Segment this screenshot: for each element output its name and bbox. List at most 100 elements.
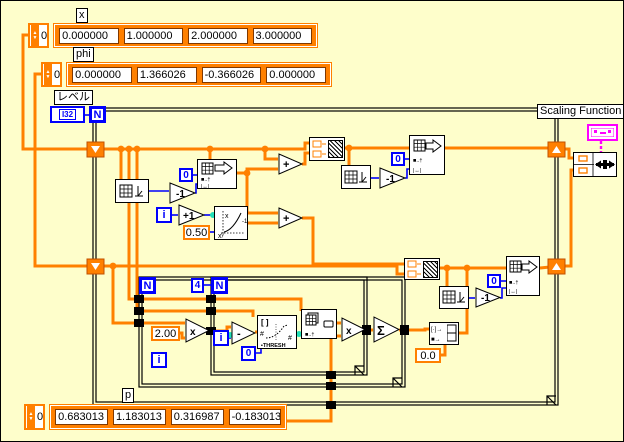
svg-text:|↔|: |↔| — [201, 184, 209, 190]
xy-graph-terminal[interactable] — [587, 124, 618, 141]
array-p-label[interactable]: p — [122, 388, 134, 403]
array-size-node[interactable] — [115, 179, 149, 203]
array-block-icon — [328, 140, 343, 158]
build-array-node[interactable] — [309, 137, 345, 161]
svg-text:■..†: ■..† — [413, 158, 422, 164]
svg-text:-1: -1 — [386, 174, 395, 185]
array-subset-node[interactable]: ■..† |↔| — [409, 135, 445, 175]
decrement-node[interactable]: -1 — [475, 287, 502, 309]
array-cell[interactable]: 1.183013 — [113, 409, 166, 425]
build-array-rows-icon: [·]→ ■→ — [430, 322, 447, 345]
array-subset-icon: ■..† |↔| — [410, 136, 446, 176]
constant-0-50[interactable]: 0.50 — [183, 225, 210, 240]
index-stepper-icon[interactable]: ▲▼ — [31, 25, 39, 46]
outer-loop-iteration-terminal[interactable]: i — [156, 207, 172, 223]
array-cell[interactable]: 0.316987 — [171, 409, 224, 425]
constant-2-00[interactable]: 2.00 — [151, 326, 180, 341]
build-array-rows-icon — [405, 258, 423, 280]
array-size-icon — [440, 287, 470, 310]
array-cell[interactable]: 0.000000 — [266, 67, 326, 83]
svg-text:|↔|: |↔| — [413, 168, 421, 174]
index-stepper-icon[interactable]: ▲▼ — [27, 406, 35, 428]
bundle-output-icon — [594, 153, 616, 176]
power-of-x-icon: x xʸ -1 — [215, 207, 249, 241]
array-p[interactable]: ▲▼ 0 0.683013 1.183013 0.316987 -0.18301… — [24, 404, 285, 430]
threshold-array-node[interactable]: [ ] # # ▪THRESH — [257, 315, 297, 349]
index-stepper-icon[interactable]: ▲▼ — [44, 64, 52, 85]
array-subset-icon: ■..† |↔| — [198, 160, 238, 190]
array-cell[interactable]: 0.000000 — [59, 28, 118, 44]
constant-4[interactable]: 4 — [191, 278, 204, 293]
inner-loop2-count-terminal[interactable]: N — [211, 277, 228, 294]
svg-text:-: - — [237, 328, 241, 340]
array-size-icon — [342, 166, 372, 190]
svg-text:+: + — [283, 213, 289, 225]
decrement-node[interactable]: -1 — [169, 182, 197, 205]
array-phi-label[interactable]: phi — [73, 47, 94, 62]
outer-loop-count-terminal[interactable]: N — [89, 106, 106, 123]
build-array-rows-icon — [310, 137, 328, 161]
array-subset-node[interactable]: ■..† |↔| — [197, 159, 237, 189]
level-control-label[interactable]: レベル — [54, 90, 93, 105]
array-size-icon — [116, 180, 150, 204]
level-control-i32[interactable]: I32 — [50, 106, 85, 123]
svg-text:#: # — [288, 335, 292, 342]
constant-0[interactable]: 0 — [391, 152, 405, 166]
scaling-function-label[interactable]: Scaling Function — [537, 104, 624, 119]
decrement-node[interactable]: -1 — [379, 167, 407, 190]
array-x-index[interactable]: ▲▼ 0 — [28, 23, 49, 48]
array-block-icon — [447, 322, 457, 345]
array-cell[interactable]: 1.366026 — [137, 67, 197, 83]
array-cell[interactable]: 1.000000 — [124, 28, 183, 44]
build-array-node[interactable] — [404, 258, 440, 280]
array-p-index[interactable]: ▲▼ 0 — [24, 404, 45, 430]
power-of-x-node[interactable]: x xʸ -1 — [214, 206, 248, 240]
array-x-label[interactable]: x — [76, 8, 88, 23]
bundle-node[interactable] — [573, 152, 617, 177]
svg-text:-1: -1 — [242, 219, 248, 225]
array-cell[interactable]: 0.683013 — [55, 409, 108, 425]
build-array-node[interactable]: [·]→ ■→ — [429, 322, 459, 345]
add-node[interactable]: + — [278, 153, 304, 176]
constant-0-0[interactable]: 0.0 — [415, 348, 441, 363]
loop2-iteration-terminal[interactable]: i — [213, 330, 229, 346]
svg-text:Σ: Σ — [377, 323, 385, 338]
array-cell[interactable]: -0.366026 — [202, 67, 262, 83]
add-array-elements-node[interactable]: Σ — [373, 316, 401, 344]
svg-text:+1: +1 — [183, 211, 195, 222]
svg-text:■→: ■→ — [431, 337, 441, 343]
add-node[interactable]: + — [278, 207, 304, 230]
subtract-node[interactable]: - — [231, 321, 257, 346]
constant-0[interactable]: 0 — [179, 168, 193, 182]
multiply-node[interactable]: x — [185, 318, 211, 344]
svg-text:#: # — [260, 331, 264, 338]
array-subset-node[interactable]: ■..† |↔| — [506, 256, 540, 296]
svg-text:xʸ: xʸ — [218, 233, 225, 240]
svg-text:|↔|: |↔| — [509, 289, 517, 295]
threshold-array-icon: [ ] # # ▪THRESH — [258, 316, 298, 350]
array-cell[interactable]: -0.183013 — [229, 409, 282, 425]
multiply-node[interactable]: x — [341, 317, 367, 343]
i32-type-badge: I32 — [59, 109, 76, 120]
bundle-inputs-icon — [574, 153, 594, 176]
constant-0[interactable]: 0 — [487, 274, 501, 288]
labview-block-diagram: x ▲▼ 0 0.000000 1.000000 2.000000 3.0000… — [0, 0, 624, 442]
svg-text:+: + — [283, 159, 289, 171]
array-cell[interactable]: 2.000000 — [188, 28, 247, 44]
loop1-iteration-terminal[interactable]: i — [151, 352, 167, 368]
index-array-node[interactable]: ■..† — [301, 309, 337, 339]
array-phi-index[interactable]: ▲▼ 0 — [41, 62, 62, 87]
increment-node[interactable]: +1 — [178, 204, 206, 227]
svg-text:■..†: ■..† — [509, 280, 518, 286]
array-size-node[interactable] — [341, 165, 371, 189]
svg-text:x: x — [190, 327, 196, 338]
svg-text:■..†: ■..† — [201, 177, 210, 183]
array-x[interactable]: ▲▼ 0 0.000000 1.000000 2.000000 3.000000 — [28, 23, 318, 48]
array-size-node[interactable] — [439, 286, 469, 309]
array-cell[interactable]: 0.000000 — [72, 67, 132, 83]
inner-loop1-count-terminal[interactable]: N — [139, 277, 156, 294]
array-phi[interactable]: ▲▼ 0 0.000000 1.366026 -0.366026 0.00000… — [41, 62, 332, 87]
constant-0[interactable]: 0 — [241, 346, 256, 361]
array-cell[interactable]: 3.000000 — [253, 28, 312, 44]
svg-text:-1: -1 — [176, 189, 185, 200]
